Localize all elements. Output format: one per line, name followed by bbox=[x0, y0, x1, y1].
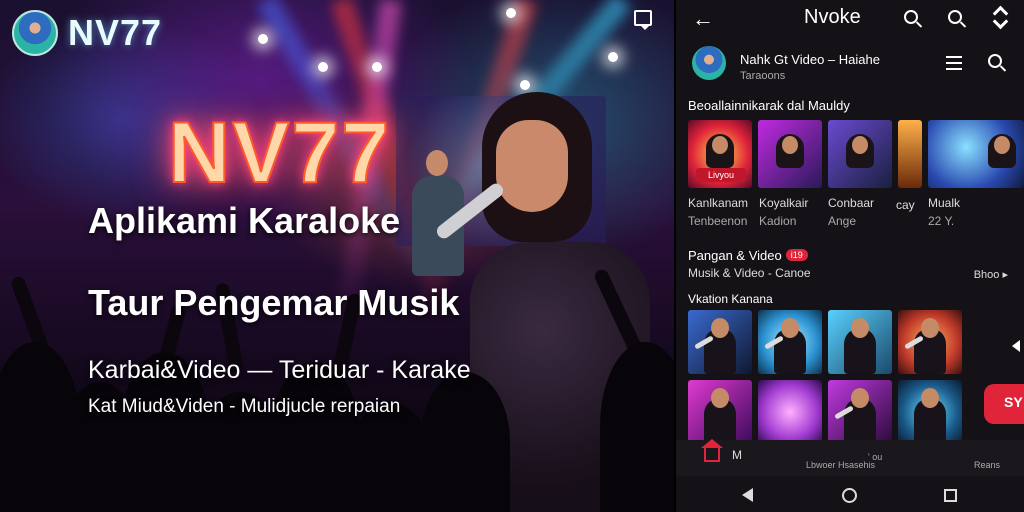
neon-logo: NV77 bbox=[167, 104, 392, 202]
video-thumbnail[interactable] bbox=[688, 310, 752, 374]
search-icon[interactable] bbox=[988, 54, 1002, 68]
video-caption: cay bbox=[896, 198, 915, 212]
phone-app-screen: ← Nvoke Nahk Gt Video – Haiahe Taraoons … bbox=[676, 0, 1024, 512]
section-title-text: Pangan & Video bbox=[688, 248, 782, 263]
video-thumbnail[interactable]: Livyou bbox=[688, 120, 752, 188]
bottom-tab-bar: M Lbwoer Hsasehis ' ou Reans bbox=[676, 439, 1024, 476]
spotlight bbox=[608, 52, 618, 62]
spotlight bbox=[520, 80, 530, 90]
nav-recents-icon[interactable] bbox=[944, 489, 957, 502]
tab-label[interactable]: M bbox=[732, 448, 742, 462]
avatar[interactable] bbox=[12, 10, 58, 56]
nav-home-icon[interactable] bbox=[842, 488, 857, 503]
tab-label: ' ou bbox=[868, 452, 883, 462]
spotlight bbox=[506, 8, 516, 18]
see-more-link[interactable]: Bhoo ▸ bbox=[974, 268, 1008, 281]
system-nav-bar bbox=[676, 476, 1024, 512]
search-icon[interactable] bbox=[904, 10, 918, 24]
video-meta: Ange bbox=[828, 214, 857, 228]
video-carousel: Livyou bbox=[688, 120, 1024, 188]
video-thumbnail[interactable] bbox=[758, 310, 822, 374]
profile-subtitle: Taraoons bbox=[740, 70, 786, 82]
brand-header: NV77 bbox=[12, 10, 162, 56]
hero-description: Kat Miud&Viden - Mulidjucle rerpaian bbox=[88, 396, 401, 417]
section-subtitle: Musik & Video - Canoe bbox=[688, 266, 811, 280]
home-icon[interactable] bbox=[701, 439, 723, 462]
section-title: Beoallainnikarak dal Mauldy bbox=[688, 98, 850, 113]
search-icon[interactable] bbox=[948, 10, 962, 24]
hero-tagline: Karbai&Video — Teriduar - Karake bbox=[88, 356, 471, 384]
section-title: Vkation Kanana bbox=[688, 292, 773, 306]
video-caption: Koyalkair bbox=[759, 196, 809, 210]
app-top-bar: ← Nvoke bbox=[676, 0, 1024, 36]
hero-banner: NV77 NV77 Aplikami Karaloke Taur Pengema… bbox=[0, 0, 674, 512]
video-thumbnail[interactable] bbox=[758, 120, 822, 188]
video-thumbnail[interactable] bbox=[688, 380, 752, 444]
hero-title: Aplikami Karaloke bbox=[88, 200, 401, 241]
carousel-arrow-icon[interactable] bbox=[1012, 340, 1020, 352]
video-thumbnail[interactable] bbox=[828, 310, 892, 374]
video-thumbnail[interactable] bbox=[758, 380, 822, 444]
video-meta: 22 Y. bbox=[928, 214, 955, 228]
avatar[interactable] bbox=[692, 46, 726, 80]
video-meta: Tenbeenon bbox=[688, 214, 748, 228]
video-caption: Mualk bbox=[928, 196, 961, 210]
back-arrow-icon[interactable]: ← bbox=[692, 6, 714, 32]
video-thumbnail[interactable] bbox=[898, 310, 962, 374]
video-caption: Conbaar bbox=[828, 196, 875, 210]
profile-name: Nahk Gt Video – Haiahe bbox=[740, 52, 880, 67]
section-title: Pangan & Video i19 bbox=[688, 248, 808, 263]
live-badge: Livyou bbox=[696, 168, 746, 182]
cast-icon[interactable] bbox=[634, 10, 652, 30]
video-thumbnail[interactable] bbox=[828, 380, 892, 444]
hero-subtitle: Taur Pengemar Musik bbox=[88, 282, 460, 323]
nav-back-icon[interactable] bbox=[742, 488, 753, 502]
app-title: Nvoke bbox=[804, 6, 861, 28]
profile-row[interactable]: Nahk Gt Video – Haiahe Taraoons bbox=[692, 46, 1012, 86]
video-caption: Kanlkanam bbox=[688, 196, 749, 210]
tab-label[interactable]: Lbwoer Hsasehis bbox=[806, 460, 875, 470]
brand-name: NV77 bbox=[68, 12, 163, 53]
spotlight bbox=[372, 62, 382, 72]
tab-label[interactable]: Reans bbox=[974, 460, 1000, 470]
count-badge: i19 bbox=[785, 249, 808, 261]
menu-icon[interactable] bbox=[946, 56, 962, 70]
video-grid bbox=[688, 310, 962, 444]
spotlight bbox=[258, 34, 268, 44]
chevron-icon[interactable] bbox=[992, 10, 1008, 26]
video-thumbnail[interactable] bbox=[898, 380, 962, 444]
video-thumbnail[interactable] bbox=[828, 120, 892, 188]
video-meta: Kadion bbox=[759, 214, 797, 228]
video-thumbnail[interactable] bbox=[898, 120, 922, 188]
spotlight bbox=[318, 62, 328, 72]
sing-button[interactable]: SY bbox=[984, 384, 1024, 424]
video-thumbnail[interactable] bbox=[928, 120, 1024, 188]
